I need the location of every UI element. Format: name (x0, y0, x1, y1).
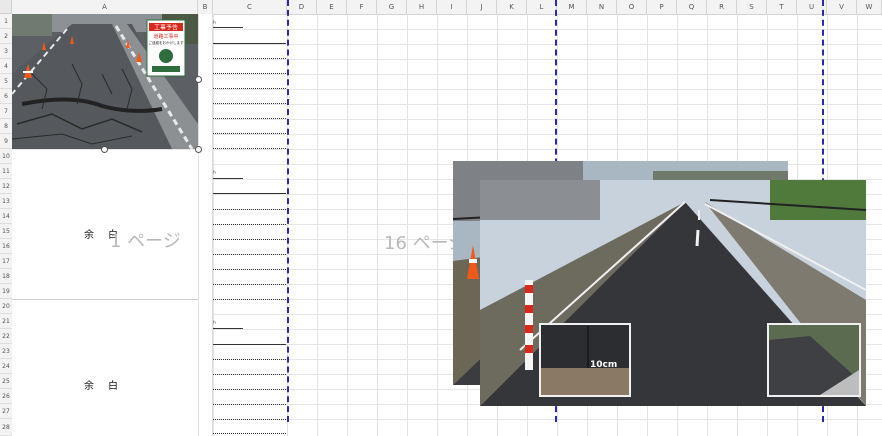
column-header-a[interactable]: A (12, 0, 198, 14)
page-number-watermark: 1 ページ (110, 231, 181, 252)
scale-mark: ʰ (213, 170, 216, 178)
scale-line (213, 328, 243, 329)
dotted-line (213, 284, 286, 285)
column-header-o[interactable]: O (617, 0, 647, 14)
row-header-26[interactable]: 26 (0, 389, 12, 404)
row-header-1[interactable]: 1 (0, 14, 12, 29)
dotted-line (213, 239, 286, 240)
dotted-line (213, 224, 286, 225)
row-header-11[interactable]: 11 (0, 164, 12, 179)
row-header-27[interactable]: 27 (0, 404, 12, 419)
row-header-13[interactable]: 13 (0, 194, 12, 209)
row-header-9[interactable]: 9 (0, 134, 12, 149)
merged-cell-block-1[interactable] (12, 150, 198, 300)
row-header-20[interactable]: 20 (0, 299, 12, 314)
new-asphalt-photo[interactable]: 10cm (480, 180, 866, 406)
row-header-25[interactable]: 25 (0, 374, 12, 389)
row-header-4[interactable]: 4 (0, 59, 12, 74)
row-header-5[interactable]: 5 (0, 74, 12, 89)
row-header-17[interactable]: 17 (0, 254, 12, 269)
column-header-c[interactable]: C (213, 0, 287, 14)
dotted-line (213, 359, 286, 360)
thickness-label: 10cm (590, 360, 617, 370)
dotted-line (213, 73, 286, 74)
sign-line1-text: 道路工事中 (153, 33, 178, 40)
row-header-10[interactable]: 10 (0, 149, 12, 164)
column-header-b[interactable]: B (198, 0, 213, 14)
row-header-28[interactable]: 28 (0, 419, 12, 436)
row-header-24[interactable]: 24 (0, 359, 12, 374)
column-header-q[interactable]: Q (677, 0, 707, 14)
column-header-p[interactable]: P (647, 0, 677, 14)
row-header-19[interactable]: 19 (0, 284, 12, 299)
column-header-j[interactable]: J (467, 0, 497, 14)
merged-cell-block-2[interactable] (12, 300, 198, 436)
dotted-line (213, 58, 286, 59)
dotted-line (213, 404, 286, 405)
scale-line (213, 193, 286, 194)
blank-label: 余 白 (84, 381, 120, 392)
scale-line (213, 43, 286, 44)
select-all-corner[interactable] (0, 0, 12, 14)
column-header-m[interactable]: M (557, 0, 587, 14)
column-header-s[interactable]: S (737, 0, 767, 14)
dotted-line (213, 254, 286, 255)
dotted-line (213, 419, 286, 420)
dotted-line (213, 209, 286, 210)
road-crack-photo[interactable]: 工事予告 道路工事中 ご迷惑をおかけします (12, 14, 198, 149)
column-header-d[interactable]: D (287, 0, 317, 14)
column-header-w[interactable]: W (857, 0, 882, 14)
sign-title-text: 工事予告 (154, 24, 178, 32)
row-header-15[interactable]: 15 (0, 224, 12, 239)
row-header-3[interactable]: 3 (0, 44, 12, 59)
row-header-12[interactable]: 12 (0, 179, 12, 194)
row-header-18[interactable]: 18 (0, 269, 12, 284)
column-header-l[interactable]: L (527, 0, 557, 14)
column-header-h[interactable]: H (407, 0, 437, 14)
column-header-e[interactable]: E (317, 0, 347, 14)
scale-line (213, 178, 243, 179)
column-header-f[interactable]: F (347, 0, 377, 14)
dotted-line (213, 88, 286, 89)
scale-line (213, 27, 243, 28)
row-header-14[interactable]: 14 (0, 209, 12, 224)
column-header-r[interactable]: R (707, 0, 737, 14)
row-header-21[interactable]: 21 (0, 314, 12, 329)
row-header-23[interactable]: 23 (0, 344, 12, 359)
column-header-g[interactable]: G (377, 0, 407, 14)
column-header-k[interactable]: K (497, 0, 527, 14)
column-header-i[interactable]: I (437, 0, 467, 14)
row-header-8[interactable]: 8 (0, 119, 12, 134)
spreadsheet-sheet[interactable]: A B C D E F G H I J K L M N O P Q R S T … (0, 0, 882, 436)
column-header-t[interactable]: T (767, 0, 797, 14)
row-header-22[interactable]: 22 (0, 329, 12, 344)
column-header-bar: A B C D E F G H I J K L M N O P Q R S T … (0, 0, 882, 15)
resize-handle[interactable] (195, 76, 202, 83)
row-header-16[interactable]: 16 (0, 239, 12, 254)
dotted-line (213, 148, 286, 149)
dotted-line (213, 269, 286, 270)
dotted-line (213, 103, 286, 104)
column-header-v[interactable]: V (827, 0, 857, 14)
road-crack-image: 工事予告 道路工事中 ご迷惑をおかけします (12, 14, 198, 149)
dotted-line (213, 133, 286, 134)
row-header-6[interactable]: 6 (0, 89, 12, 104)
scale-mark: ʰ (213, 320, 216, 328)
resize-handle[interactable] (101, 146, 108, 153)
dotted-line (213, 374, 286, 375)
scale-line (213, 344, 286, 345)
row-header-7[interactable]: 7 (0, 104, 12, 119)
row-header-2[interactable]: 2 (0, 29, 12, 44)
dotted-line (213, 299, 286, 300)
column-header-n[interactable]: N (587, 0, 617, 14)
dotted-line (213, 118, 286, 119)
new-asphalt-image: 10cm (480, 180, 866, 406)
sign-line2-text: ご迷惑をおかけします (149, 40, 184, 45)
page-break-line (287, 0, 289, 422)
resize-handle[interactable] (195, 146, 202, 153)
dotted-line (213, 389, 286, 390)
dotted-line (213, 433, 286, 434)
